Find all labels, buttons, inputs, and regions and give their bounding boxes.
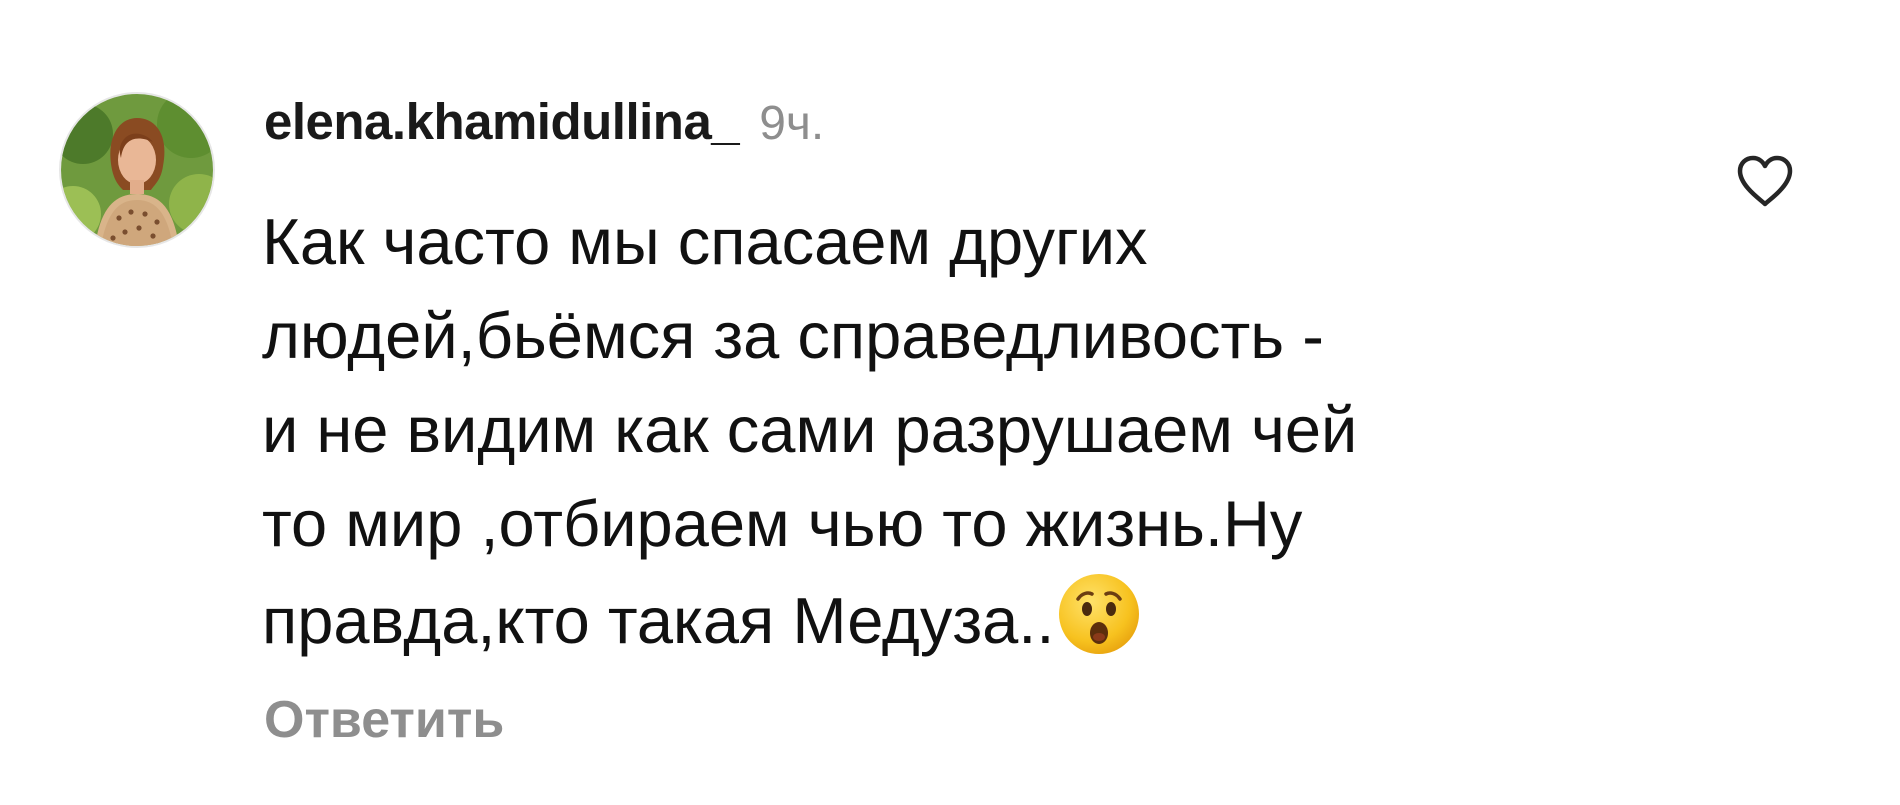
heart-outline-icon[interactable] (1736, 154, 1794, 208)
comment: elena.khamidullina_ 9ч. Как часто мы спа… (0, 0, 1900, 805)
comment-text: Как часто мы спасаем других людей,бьёмся… (262, 195, 1682, 668)
hushed-face-emoji (1056, 571, 1142, 657)
comment-text-line: то мир ,отбираем чью то жизнь.Ну (262, 487, 1303, 560)
reply-button[interactable]: Ответить (264, 690, 504, 750)
comment-text-line: Как часто мы спасаем других (262, 205, 1148, 278)
username[interactable]: elena.khamidullina_ (264, 92, 740, 151)
comment-text-line-last: правда,кто такая Медуза.. (262, 571, 1682, 668)
timestamp: 9ч. (759, 97, 825, 150)
comment-text-line: правда,кто такая Медуза.. (262, 584, 1055, 657)
avatar-image (61, 94, 213, 246)
comment-header: elena.khamidullina_ 9ч. (264, 92, 824, 162)
comment-text-line: людей,бьёмся за справедливость - (262, 299, 1324, 372)
comment-text-line: и не видим как сами разрушаем чей (262, 393, 1358, 466)
avatar[interactable] (61, 94, 213, 246)
